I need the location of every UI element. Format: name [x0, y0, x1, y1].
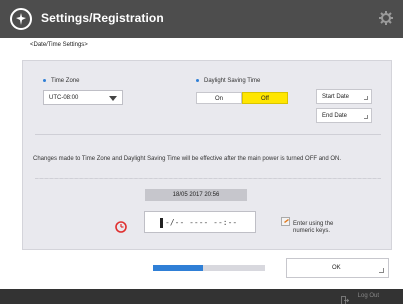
numeric-keys-hint: Enter using the numeric keys.	[293, 221, 334, 234]
logout-icon	[341, 292, 350, 304]
divider	[35, 134, 381, 135]
header-bar: Settings/Registration	[0, 0, 403, 38]
numeric-keys-icon	[281, 214, 291, 232]
chevron-down-icon	[109, 96, 117, 103]
dst-toggle: On Off	[196, 92, 288, 104]
time-zone-label: Time Zone	[43, 78, 79, 84]
dst-off-button[interactable]: Off	[242, 92, 288, 104]
time-zone-select[interactable]: UTC-08:00	[43, 90, 123, 105]
current-datetime: 18/05 2017 20:56	[145, 189, 247, 201]
dst-label: Daylight Saving Time	[196, 78, 260, 84]
text-cursor	[160, 218, 163, 228]
progress-bar	[153, 265, 203, 271]
breadcrumb: <Date/Time Settings>	[30, 42, 88, 48]
page-title: Settings/Registration	[41, 11, 164, 25]
clock-icon	[115, 220, 127, 238]
corner-mark-icon	[364, 115, 368, 119]
required-dot-icon	[43, 78, 46, 82]
start-date-button[interactable]: Start Date	[316, 89, 372, 104]
settings-registration-icon	[10, 8, 32, 30]
footer-bar: Log Out	[0, 289, 403, 304]
required-dot-icon	[196, 78, 199, 82]
datetime-settings-panel: Time Zone UTC-08:00 Daylight Saving Time…	[22, 60, 392, 250]
end-date-button[interactable]: End Date	[316, 108, 372, 123]
ok-button[interactable]: OK	[286, 258, 389, 278]
gear-icon[interactable]	[379, 11, 393, 30]
datetime-mask: -/-- ---- --:--	[165, 218, 238, 227]
corner-mark-icon	[379, 268, 384, 273]
notice-text: Changes made to Time Zone and Daylight S…	[33, 156, 342, 162]
datetime-entry-field[interactable]: -/-- ---- --:--	[144, 211, 256, 233]
corner-mark-icon	[364, 96, 368, 100]
logout-button[interactable]: Log Out	[358, 293, 379, 299]
time-zone-value: UTC-08:00	[49, 95, 79, 101]
divider	[35, 178, 381, 179]
dst-on-button[interactable]: On	[196, 92, 242, 104]
